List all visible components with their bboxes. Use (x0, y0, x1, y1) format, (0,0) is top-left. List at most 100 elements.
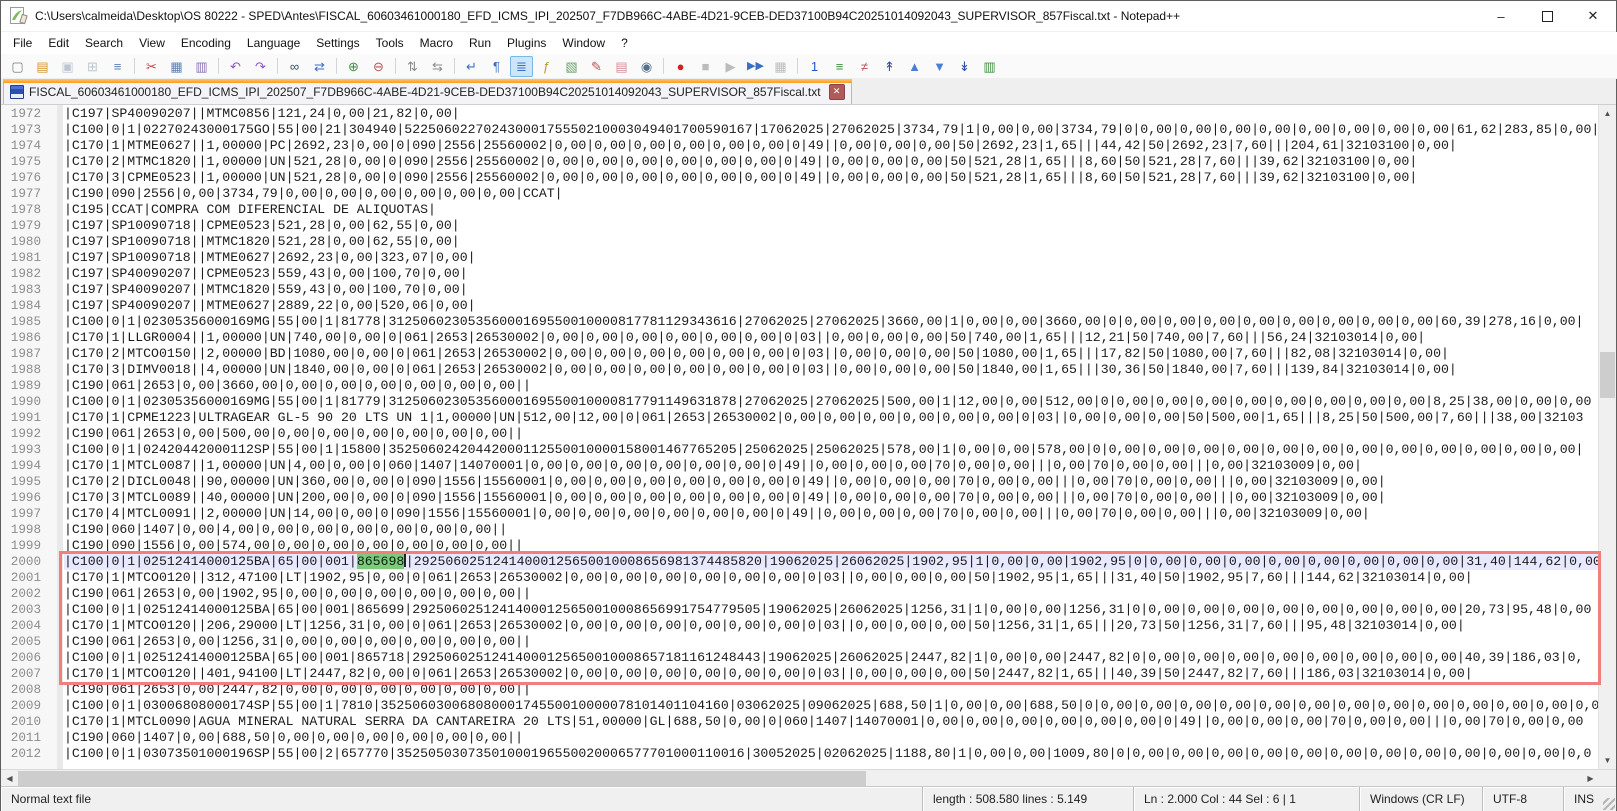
line-number: 1998 (1, 522, 57, 538)
open-icon[interactable]: ▤ (31, 56, 54, 77)
save-all-icon[interactable]: ⊞ (81, 56, 104, 77)
line-number: 1994 (1, 458, 57, 474)
tab-active-fiscal-file[interactable]: FISCAL_60603461000180_EFD_ICMS_IPI_20250… (3, 79, 852, 104)
code-line: |C170|1|MTCL0090|AGUA MINERAL NATURAL SE… (64, 714, 1599, 730)
compare-clear-icon[interactable]: ≠ (853, 56, 876, 77)
line-number: 1981 (1, 250, 57, 266)
compare-icon[interactable]: ≡ (828, 56, 851, 77)
menu-file[interactable]: File (5, 33, 40, 53)
menu-run[interactable]: Run (461, 33, 499, 53)
line-number: 2007 (1, 666, 57, 682)
status-encoding[interactable]: UTF-8 (1483, 787, 1564, 811)
compare-last-diff-icon[interactable]: ↡ (953, 56, 976, 77)
line-number: 1990 (1, 394, 57, 410)
new-file-icon[interactable]: ▢ (6, 56, 29, 77)
vertical-scrollbar[interactable]: ▲ ▼ (1598, 105, 1616, 769)
menu-language[interactable]: Language (239, 33, 308, 53)
menu-plugins[interactable]: Plugins (499, 33, 554, 53)
toolbar-separator (454, 58, 455, 74)
scroll-right-icon[interactable]: ▶ (1582, 770, 1599, 787)
menu-?[interactable]: ? (613, 33, 636, 53)
show-all-characters-icon[interactable]: ¶ (485, 56, 508, 77)
menu-view[interactable]: View (131, 33, 173, 53)
macro-record-icon[interactable]: ● (669, 56, 692, 77)
scroll-down-icon[interactable]: ▼ (1599, 752, 1616, 769)
maximize-button[interactable] (1524, 1, 1570, 31)
document-list-icon[interactable]: ✎ (585, 56, 608, 77)
resize-grip[interactable] (1603, 798, 1615, 810)
indent-guide-icon[interactable]: ≣ (510, 56, 533, 77)
line-number: 2003 (1, 602, 57, 618)
redo-icon[interactable]: ↷ (249, 56, 272, 77)
scroll-up-icon[interactable]: ▲ (1599, 105, 1616, 122)
horizontal-scrollbar-thumb[interactable] (18, 771, 866, 786)
zoom-in-icon[interactable]: ⊕ (342, 56, 365, 77)
compare-set-first-icon[interactable]: 1 (803, 56, 826, 77)
sync-vertical-scroll-icon[interactable]: ⇅ (401, 56, 424, 77)
sync-horizontal-scroll-icon[interactable]: ⇆ (426, 56, 449, 77)
code-line: |C100|0|1|02512414000125BA|65|00|001|865… (64, 650, 1599, 666)
line-number: 2010 (1, 714, 57, 730)
copy-icon[interactable]: ▦ (165, 56, 188, 77)
tab-label: FISCAL_60603461000180_EFD_ICMS_IPI_20250… (29, 85, 821, 99)
code-line: |C100|0|1|02420442000112SP|55|00|1|15800… (64, 442, 1599, 458)
line-number: 2009 (1, 698, 57, 714)
editor-area[interactable]: 1972197319741975197619771978197919801981… (1, 105, 1616, 769)
menu-macro[interactable]: Macro (412, 33, 461, 53)
line-number: 1978 (1, 202, 57, 218)
line-number: 1979 (1, 218, 57, 234)
line-number: 1980 (1, 234, 57, 250)
menu-settings[interactable]: Settings (308, 33, 367, 53)
monitoring-eye-icon[interactable]: ◉ (635, 56, 658, 77)
function-list-icon[interactable]: ƒ (535, 56, 558, 77)
compare-nav-bar-icon[interactable]: ▥ (978, 56, 1001, 77)
compare-first-diff-icon[interactable]: ↟ (878, 56, 901, 77)
vertical-scrollbar-thumb[interactable] (1600, 352, 1615, 398)
line-number: 1993 (1, 442, 57, 458)
replace-icon[interactable]: ⇄ (308, 56, 331, 77)
line-number: 1995 (1, 474, 57, 490)
save-icon[interactable]: ▣ (56, 56, 79, 77)
scroll-left-icon[interactable]: ◀ (1, 770, 18, 787)
menu-tools[interactable]: Tools (368, 33, 412, 53)
undo-icon[interactable]: ↶ (224, 56, 247, 77)
macro-stop-icon[interactable]: ■ (694, 56, 717, 77)
code-line: |C197|SP40090207||CPME0523|559,43|0,00|1… (64, 266, 1599, 282)
minimize-button[interactable]: – (1478, 1, 1524, 31)
word-wrap-icon[interactable]: ↵ (460, 56, 483, 77)
find-icon[interactable]: ∞ (283, 56, 306, 77)
document-map-icon[interactable]: ▧ (560, 56, 583, 77)
menu-search[interactable]: Search (77, 33, 131, 53)
horizontal-scrollbar[interactable]: ◀ ▶ (1, 769, 1616, 787)
line-number: 1972 (1, 106, 57, 122)
macro-save-icon[interactable]: ▦ (769, 56, 792, 77)
code-line: |C170|2|MTMC1820||1,00000|UN|521,28|0,00… (64, 154, 1599, 170)
toolbar-separator (277, 58, 278, 74)
code-line: |C190|090|2556|0,00|3734,79|0,00|0,00|0,… (64, 186, 1599, 202)
code-line: |C170|3|CPME0523||1,00000|UN|521,28|0,00… (64, 170, 1599, 186)
cut-icon[interactable]: ✂ (140, 56, 163, 77)
macro-run-multiple-icon[interactable]: ▶▶ (744, 56, 767, 77)
line-number: 1983 (1, 282, 57, 298)
menu-encoding[interactable]: Encoding (173, 33, 239, 53)
folder-as-workspace-icon[interactable]: ▤ (610, 56, 633, 77)
line-number: 1976 (1, 170, 57, 186)
menu-edit[interactable]: Edit (40, 33, 77, 53)
status-eol-format[interactable]: Windows (CR LF) (1360, 787, 1483, 811)
print-icon[interactable]: ≡ (106, 56, 129, 77)
menu-window[interactable]: Window (554, 33, 613, 53)
active-tab-accent (3, 79, 852, 83)
status-cursor-position: Ln : 2.000 Col : 44 Sel : 6 | 1 (1134, 787, 1360, 811)
compare-next-diff-icon[interactable]: ▼ (928, 56, 951, 77)
text-content[interactable]: |C197|SP40090207||MTMC0856|121,24|0,00|2… (64, 106, 1599, 769)
paste-icon[interactable]: ▥ (190, 56, 213, 77)
tab-close-icon[interactable]: ✕ (829, 84, 845, 100)
close-button[interactable]: ✕ (1570, 1, 1616, 31)
toolbar-separator (797, 58, 798, 74)
zoom-out-icon[interactable]: ⊖ (367, 56, 390, 77)
compare-prev-diff-icon[interactable]: ▲ (903, 56, 926, 77)
line-number: 2011 (1, 730, 57, 746)
code-line: |C190|061|2653|0,00|1256,31|0,00|0,00|0,… (64, 634, 1599, 650)
code-line: |C100|0|1|02305356000169MG|55|00|1|81778… (64, 314, 1599, 330)
macro-play-icon[interactable]: ▶ (719, 56, 742, 77)
